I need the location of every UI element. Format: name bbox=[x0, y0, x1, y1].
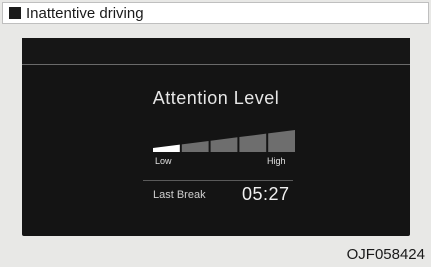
meter-segment-inactive bbox=[239, 133, 267, 152]
meter-segment-inactive bbox=[181, 140, 209, 152]
last-break-label: Last Break bbox=[153, 189, 206, 201]
section-header: Inattentive driving bbox=[2, 2, 429, 24]
meter-segment-inactive bbox=[268, 130, 295, 152]
attention-level-meter bbox=[153, 130, 295, 152]
bullet-square-icon bbox=[9, 7, 21, 19]
display-top-band bbox=[22, 38, 410, 64]
figure-code: OJF058424 bbox=[346, 246, 425, 263]
meter-segment-inactive bbox=[210, 137, 238, 152]
meter-high-label: High bbox=[267, 156, 286, 166]
last-break-value: 05:27 bbox=[242, 184, 290, 204]
last-break-divider bbox=[143, 180, 293, 181]
attention-level-title: Attention Level bbox=[152, 88, 280, 108]
meter-segment-active bbox=[153, 144, 180, 152]
display-top-divider bbox=[22, 64, 410, 65]
section-title: Inattentive driving bbox=[26, 4, 144, 22]
meter-low-label: Low bbox=[155, 156, 172, 166]
cluster-display: Attention Level Low High Last Break 05:2… bbox=[22, 38, 410, 236]
